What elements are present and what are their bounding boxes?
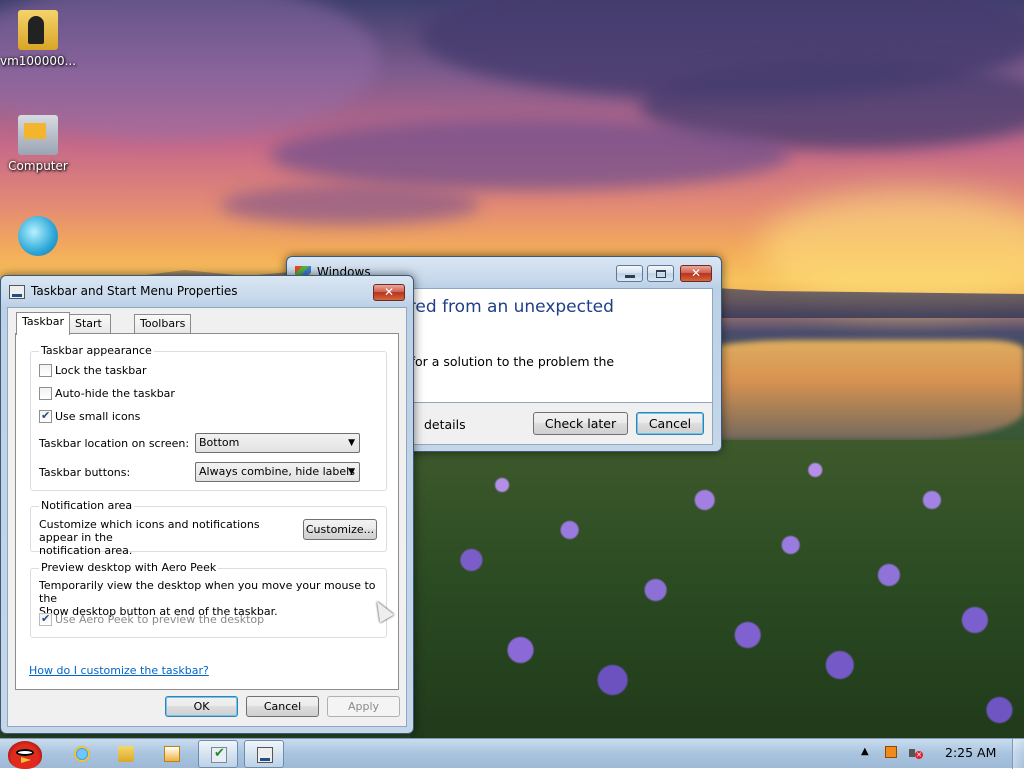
notification-description: Customize which icons and notifications … — [39, 518, 260, 557]
muted-badge-icon: ✕ — [915, 751, 923, 759]
dropdown-arrow-icon: ▼ — [348, 467, 355, 477]
notification-area-group: Notification area Customize which icons … — [30, 499, 387, 557]
dropdown-arrow-icon: ▼ — [348, 438, 355, 448]
taskbar-checkmark-app[interactable] — [198, 740, 238, 768]
user-folder-icon — [18, 10, 58, 50]
close-button[interactable]: ✕ — [373, 284, 405, 301]
tab-toolbars[interactable]: Toolbars — [134, 314, 192, 334]
cancel-button[interactable]: Cancel — [636, 412, 704, 435]
help-link[interactable]: How do I customize the taskbar? — [29, 664, 209, 677]
ok-button[interactable]: OK — [165, 696, 238, 717]
select-value: Always combine, hide labels — [199, 465, 355, 478]
close-icon: ✕ — [383, 285, 395, 299]
taskbar-media-player[interactable] — [152, 740, 192, 768]
action-center-icon[interactable] — [885, 746, 897, 758]
taskbar-tab-pane: Taskbar appearance Lock the taskbar Auto… — [15, 333, 399, 690]
desktop-icon-label: vm100000... — [0, 54, 77, 68]
small-icons-checkbox[interactable]: Use small icons — [39, 409, 141, 424]
desktop-icon-network[interactable] — [0, 216, 76, 260]
desktop-icon-user-folder[interactable]: vm100000... — [0, 10, 76, 68]
customize-button[interactable]: Customize... — [303, 519, 377, 540]
show-hidden-icons-arrow[interactable]: ▲ — [861, 746, 869, 757]
windows-explorer-icon — [118, 746, 134, 762]
computer-icon — [18, 115, 58, 155]
taskbar-properties-button[interactable] — [244, 740, 284, 768]
network-icon — [18, 216, 58, 256]
checkbox-box — [39, 364, 52, 377]
apply-button[interactable]: Apply — [327, 696, 400, 717]
checkbox-label: Use Aero Peek to preview the desktop — [55, 613, 265, 626]
system-tray: ▲ ✕ 2:25 AM — [855, 739, 1024, 769]
checkmark-app-icon — [211, 746, 227, 763]
wallpaper-flowers — [410, 440, 1024, 738]
volume-muted-icon[interactable]: ✕ — [909, 746, 923, 760]
tab-taskbar[interactable]: Taskbar — [16, 312, 70, 335]
checkbox-label: Lock the taskbar — [55, 364, 147, 377]
taskbar-properties-icon — [257, 747, 273, 763]
cancel-button[interactable]: Cancel — [246, 696, 319, 717]
group-title: Preview desktop with Aero Peek — [39, 561, 219, 574]
desktop-icon-label: Computer — [8, 159, 68, 173]
select-value: Bottom — [199, 436, 240, 449]
angry-bird-icon — [8, 741, 42, 769]
clock[interactable]: 2:25 AM — [945, 745, 996, 760]
checkbox-box-checked — [39, 612, 52, 626]
minimize-button[interactable] — [616, 265, 643, 282]
internet-explorer-icon — [74, 746, 90, 762]
taskbar-properties-icon — [9, 285, 25, 299]
properties-titlebar[interactable]: Taskbar and Start Menu Properties — [1, 276, 413, 306]
aero-peek-group: Preview desktop with Aero Peek Temporari… — [30, 561, 387, 638]
properties-body: Taskbar Start Menu Toolbars Taskbar appe… — [7, 307, 407, 727]
show-desktop-button[interactable] — [1012, 739, 1024, 769]
checkbox-box-checked — [39, 409, 52, 423]
checkbox-box — [39, 387, 52, 400]
taskbar: ▲ ✕ 2:25 AM — [0, 738, 1024, 769]
autohide-taskbar-checkbox[interactable]: Auto-hide the taskbar — [39, 387, 175, 401]
buttons-label: Taskbar buttons: — [39, 466, 131, 479]
tab-start-menu[interactable]: Start Menu — [69, 314, 112, 348]
group-title: Notification area — [39, 499, 135, 512]
checkbox-label: Auto-hide the taskbar — [55, 387, 175, 400]
media-player-icon — [164, 746, 180, 762]
close-icon: ✕ — [690, 266, 702, 280]
checkbox-label: Use small icons — [55, 410, 141, 423]
taskbar-windows-explorer[interactable] — [106, 740, 146, 768]
desktop-icon-computer[interactable]: Computer — [0, 115, 76, 173]
taskbar-appearance-group: Taskbar appearance Lock the taskbar Auto… — [30, 344, 387, 491]
wallpaper-cloud — [270, 120, 790, 190]
maximize-icon — [656, 270, 666, 278]
taskbar-location-select[interactable]: Bottom ▼ — [195, 433, 360, 453]
group-title: Taskbar appearance — [39, 344, 154, 357]
view-details-link[interactable]: details — [424, 417, 466, 432]
wallpaper-cloud — [220, 185, 480, 225]
minimize-icon — [625, 275, 635, 278]
lock-taskbar-checkbox[interactable]: Lock the taskbar — [39, 364, 147, 378]
close-button[interactable]: ✕ — [680, 265, 712, 282]
maximize-button[interactable] — [647, 265, 674, 282]
location-label: Taskbar location on screen: — [39, 437, 190, 450]
taskbar-properties-dialog[interactable]: Taskbar and Start Menu Properties ✕ Task… — [0, 275, 414, 734]
properties-title: Taskbar and Start Menu Properties — [31, 284, 238, 298]
taskbar-buttons-select[interactable]: Always combine, hide labels ▼ — [195, 462, 360, 482]
aero-peek-checkbox[interactable]: Use Aero Peek to preview the desktop — [39, 612, 265, 627]
check-later-button[interactable]: Check later — [533, 412, 628, 435]
start-button[interactable] — [2, 739, 48, 769]
taskbar-internet-explorer[interactable] — [62, 740, 102, 768]
